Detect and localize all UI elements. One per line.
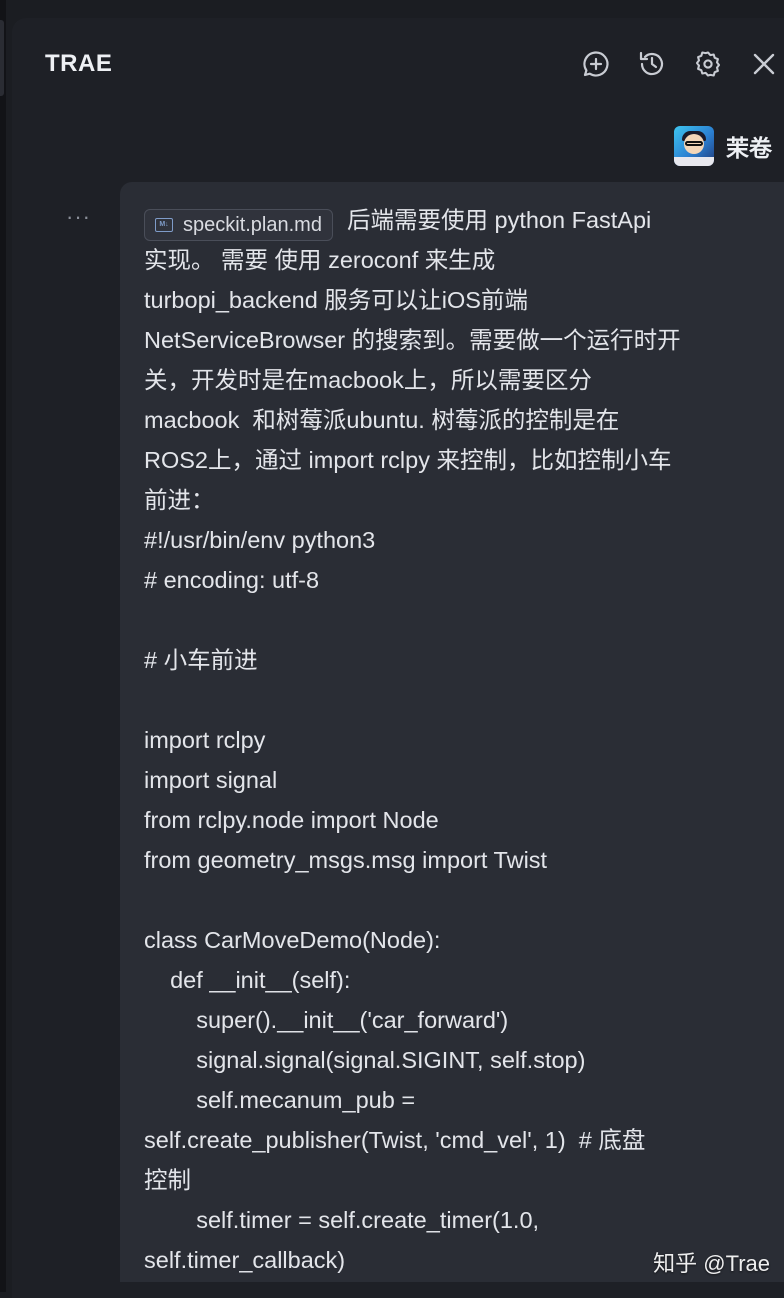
more-options-icon[interactable]: ··· — [66, 204, 91, 230]
left-editor-strip — [0, 0, 6, 1292]
message-line: class CarMoveDemo(Node): — [144, 927, 441, 953]
message-line — [144, 680, 756, 720]
message-line: 后端需要使用 python FastApi — [346, 207, 652, 233]
message-line: from geometry_msgs.msg import Twist — [144, 847, 548, 873]
message-line: 前进： — [144, 487, 215, 513]
close-icon[interactable] — [748, 48, 780, 80]
message-line: def __init__(self): — [144, 967, 351, 993]
history-icon[interactable] — [636, 48, 668, 80]
message-line: self.timer = self.create_timer(1.0, — [144, 1207, 540, 1233]
message-line: # 小车前进 — [144, 647, 258, 673]
message-line: ROS2上，通过 import rclpy 来控制，比如控制小车 — [144, 447, 672, 473]
message-line: self.create_publisher(Twist, 'cmd_vel', … — [144, 1127, 646, 1153]
new-chat-icon[interactable] — [580, 48, 612, 80]
chat-panel: TRAE 茉卷 ··· M↓ speckit.plan.md 后端需要使用 py… — [12, 18, 784, 1298]
message-line: 实现。 需要 使用 zeroconf 来生成 — [144, 247, 496, 273]
message-line: macbook 和树莓派ubuntu. 树莓派的控制是在 — [144, 407, 620, 433]
message-line: NetServiceBrowser 的搜索到。需要做一个运行时开 — [144, 327, 681, 353]
message-line: #!/usr/bin/env python3 — [144, 527, 376, 553]
message-line: 控制 — [144, 1167, 191, 1193]
message-line: import rclpy — [144, 727, 266, 753]
user-message-bubble: M↓ speckit.plan.md 后端需要使用 python FastApi 实… — [120, 182, 784, 1282]
message-line: signal.signal(signal.SIGINT, self.stop) — [144, 1047, 586, 1073]
message-line: import signal — [144, 767, 278, 793]
settings-icon[interactable] — [692, 48, 724, 80]
message-line — [144, 600, 756, 640]
message-line: turbopi_backend 服务可以让iOS前端 — [144, 287, 528, 313]
message-line: self.mecanum_pub = — [144, 1087, 416, 1113]
markdown-file-icon: M↓ — [155, 217, 173, 232]
user-name: 茉卷 — [726, 135, 772, 161]
user-header: 茉卷 — [674, 126, 772, 166]
message-line: super().__init__('car_forward') — [144, 1007, 509, 1033]
message-line: # encoding: utf-8 — [144, 567, 320, 593]
message-text: M↓ speckit.plan.md 后端需要使用 python FastApi 实… — [144, 200, 756, 1280]
message-line: 关，开发时是在macbook上，所以需要区分 — [144, 367, 592, 393]
message-line: from rclpy.node import Node — [144, 807, 439, 833]
editor-tab-edge[interactable] — [0, 20, 4, 96]
watermark: 知乎 @Trae — [653, 1251, 770, 1276]
message-line-first: M↓ speckit.plan.md 后端需要使用 python FastApi — [144, 200, 756, 241]
message-line — [144, 880, 756, 920]
attachment-name: speckit.plan.md — [183, 213, 322, 236]
panel-header: TRAE — [12, 18, 784, 110]
attachment-chip[interactable]: M↓ speckit.plan.md — [144, 208, 333, 241]
panel-title: TRAE — [45, 50, 113, 77]
avatar — [674, 126, 714, 166]
